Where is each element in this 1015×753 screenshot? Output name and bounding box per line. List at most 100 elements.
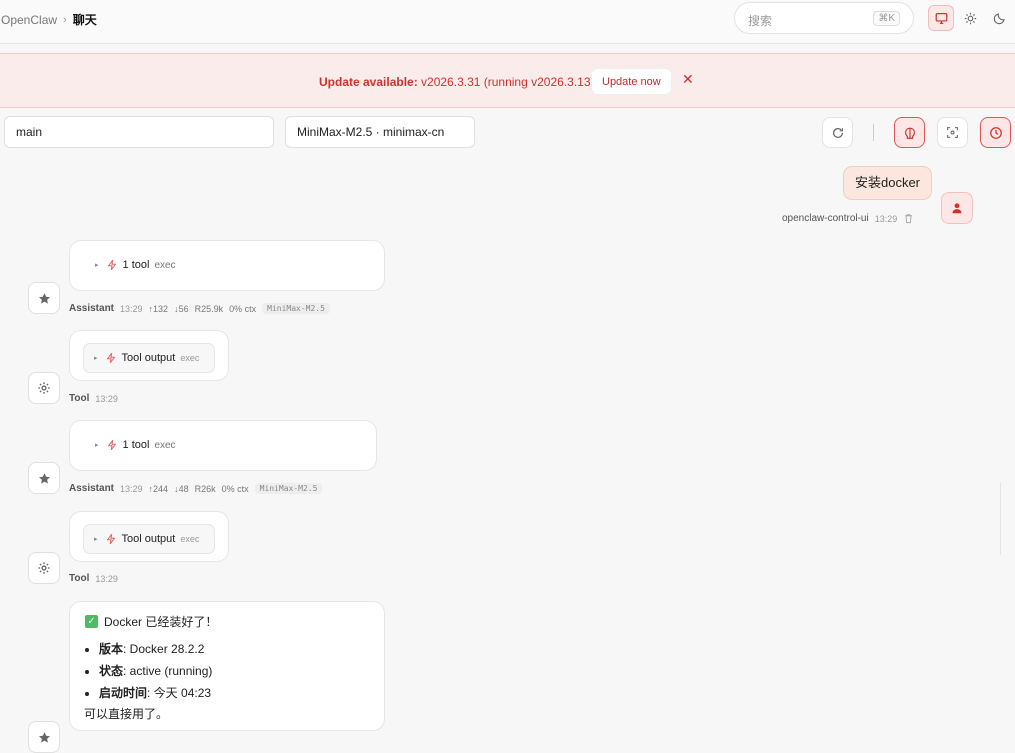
- assistant-avatar: [28, 721, 60, 753]
- model-badge: MiniMax-M2.5: [262, 303, 330, 314]
- moon-icon: [993, 12, 1005, 24]
- tool-count-label: 1 tool: [122, 439, 150, 451]
- breadcrumb-current: 聊天: [72, 13, 97, 27]
- message-role: Assistant: [69, 483, 115, 494]
- message-role: Tool: [69, 573, 90, 584]
- assistant-avatar: [28, 282, 60, 314]
- tool-avatar: [28, 552, 60, 584]
- final-list: 版本: Docker 28.2.2 状态: active (running) 启…: [84, 638, 212, 704]
- thinking-toggle-button[interactable]: [894, 117, 925, 148]
- item-key: 版本: [99, 642, 124, 656]
- breadcrumb: OpenClaw › 聊天: [1, 11, 97, 28]
- tool-output-card: ▸ Tool output exec: [69, 511, 229, 562]
- message-time: 13:29: [95, 573, 118, 584]
- tokens-down: ↓56: [174, 303, 189, 314]
- item-value: : Docker 28.2.2: [123, 642, 205, 656]
- list-item: 状态: active (running): [99, 660, 212, 682]
- search-input[interactable]: 搜索 ⌘K: [734, 2, 914, 34]
- message-role: Assistant: [69, 303, 115, 314]
- session-select[interactable]: main: [4, 116, 274, 148]
- message-time: 13:29: [120, 303, 143, 314]
- tool-call-toggle[interactable]: ▸ 1 tool exec: [95, 259, 176, 271]
- context-usage: 0% ctx: [221, 483, 249, 494]
- update-version: v2026.3.31 (running v2026.3.13).: [417, 75, 598, 89]
- user-icon: [952, 203, 962, 214]
- tokens-down: ↓48: [174, 483, 189, 494]
- tool-message-meta: Tool 13:29: [69, 573, 118, 584]
- tool-message-meta: Tool 13:29: [69, 393, 118, 404]
- chevron-right-icon: ▸: [95, 262, 99, 269]
- tool-avatar: [28, 372, 60, 404]
- assistant-message-card: ▸ 1 tool exec: [69, 240, 385, 291]
- item-value: : active (running): [123, 664, 213, 678]
- tool-name: exec: [154, 259, 176, 271]
- message-role: Tool: [69, 393, 90, 404]
- update-now-button[interactable]: Update now: [591, 68, 672, 95]
- list-item: 启动时间: 今天 04:23: [99, 682, 212, 704]
- theme-light-button[interactable]: [957, 5, 983, 31]
- tool-output-toggle[interactable]: ▸ Tool output exec: [83, 524, 215, 554]
- trash-icon[interactable]: [903, 213, 914, 224]
- star-icon: [38, 292, 50, 304]
- focus-mode-button[interactable]: [937, 117, 968, 148]
- tool-name: exec: [180, 353, 200, 363]
- tool-call-toggle[interactable]: ▸ 1 tool exec: [95, 439, 176, 451]
- lightning-icon: [106, 352, 115, 364]
- breadcrumb-separator: ›: [63, 13, 67, 26]
- gear-icon: [38, 562, 50, 574]
- search-shortcut: ⌘K: [873, 11, 900, 26]
- refresh-button[interactable]: [822, 117, 853, 148]
- chevron-right-icon: ▸: [95, 442, 99, 449]
- tool-output-row: ▸ Tool output exec: [94, 533, 199, 545]
- user-time: 13:29: [874, 213, 898, 224]
- final-heading: Docker 已经装好了！: [104, 615, 218, 629]
- assistant-message-card: ▸ 1 tool exec: [69, 420, 377, 471]
- item-key: 状态: [99, 664, 124, 678]
- brain-icon: [904, 127, 915, 139]
- monitor-icon: [935, 12, 947, 24]
- chevron-right-icon: ▸: [94, 536, 98, 543]
- tokens-read: R25.9k: [194, 303, 224, 314]
- toolbar-divider: [873, 124, 874, 141]
- focus-icon: [947, 127, 958, 138]
- final-footer: 可以直接用了。: [84, 707, 169, 721]
- theme-system-button[interactable]: [928, 5, 954, 31]
- refresh-icon: [832, 127, 843, 138]
- history-icon: [989, 126, 1002, 139]
- model-badge: MiniMax-M2.5: [254, 483, 323, 494]
- tool-count-label: 1 tool: [122, 259, 150, 271]
- tool-name: exec: [154, 439, 176, 451]
- close-icon[interactable]: ✕: [682, 71, 694, 88]
- item-value: : 今天 04:23: [147, 686, 212, 700]
- message-time: 13:29: [120, 483, 143, 494]
- scrollbar[interactable]: [1000, 482, 1001, 555]
- top-bar: OpenClaw › 聊天 搜索 ⌘K: [0, 0, 1015, 44]
- history-button[interactable]: [980, 117, 1011, 148]
- update-message: Update available: v2026.3.31 (running v2…: [319, 75, 598, 89]
- assistant-message-meta: Assistant 13:29 ↑244 ↓48 R26k 0% ctx Min…: [69, 483, 323, 494]
- user-message-bubble: 安装docker: [843, 166, 932, 200]
- breadcrumb-app[interactable]: OpenClaw: [1, 13, 57, 27]
- tool-output-card: ▸ Tool output exec: [69, 330, 229, 381]
- lightning-icon: [106, 533, 115, 545]
- user-message-meta: openclaw-control-ui 13:29: [782, 213, 914, 224]
- assistant-avatar: [28, 462, 60, 494]
- check-icon: ✓: [85, 615, 98, 628]
- update-label: Update available:: [319, 75, 418, 89]
- theme-dark-button[interactable]: [986, 5, 1012, 31]
- tokens-up: ↑132: [148, 303, 169, 314]
- tool-name: exec: [180, 534, 200, 544]
- tokens-read: R26k: [194, 483, 216, 494]
- tool-output-toggle[interactable]: ▸ Tool output exec: [83, 343, 215, 373]
- gear-icon: [38, 382, 50, 394]
- list-item: 版本: Docker 28.2.2: [99, 638, 212, 660]
- update-banner: Update available: v2026.3.31 (running v2…: [0, 53, 1015, 108]
- star-icon: [38, 731, 50, 743]
- model-select[interactable]: MiniMax-M2.5 · minimax-cn: [285, 116, 475, 148]
- message-time: 13:29: [95, 393, 118, 404]
- item-key: 启动时间: [99, 686, 148, 700]
- lightning-icon: [107, 439, 116, 451]
- context-usage: 0% ctx: [229, 303, 257, 314]
- sun-icon: [964, 12, 976, 24]
- search-placeholder: 搜索: [748, 14, 773, 28]
